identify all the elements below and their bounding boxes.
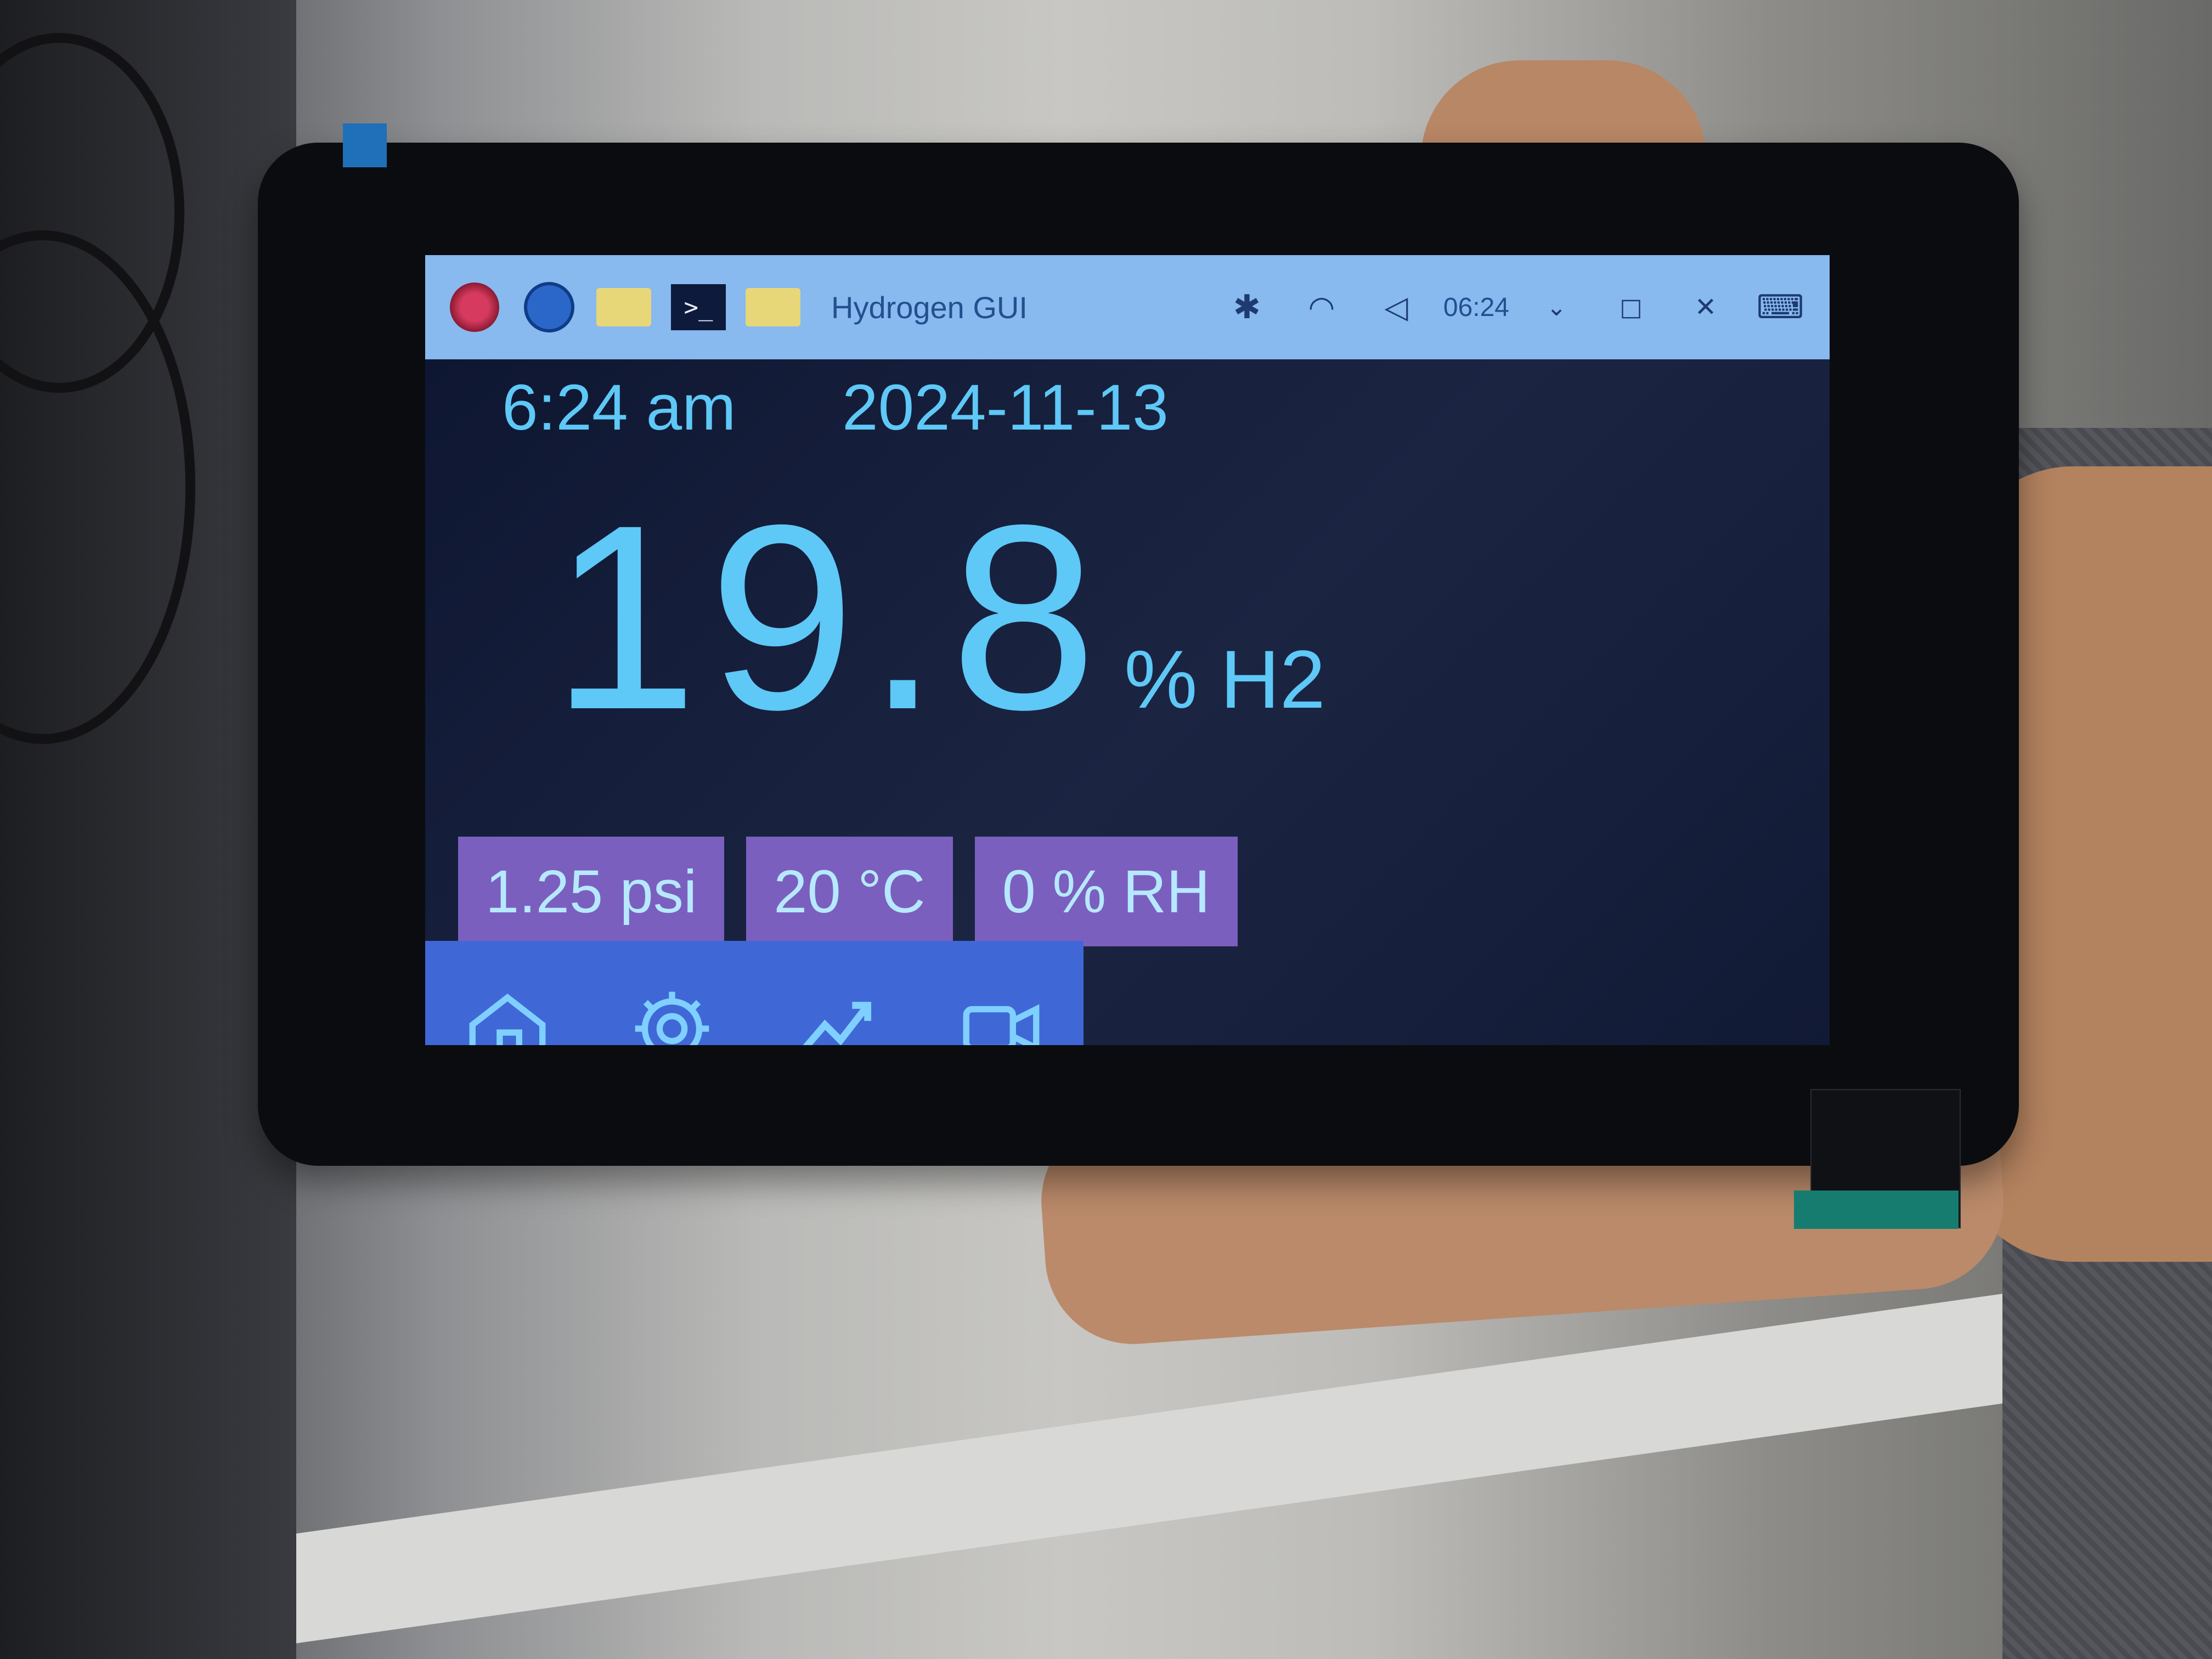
hydrogen-reading: 19.8 % H2: [551, 470, 1326, 764]
taskbar-clock: 06:24: [1443, 292, 1509, 322]
web-browser-icon[interactable]: [522, 280, 577, 335]
pressure-badge: 1.25 psi: [458, 837, 725, 946]
metrics-row: 1.25 psi 20 °C 0 % RH: [458, 837, 1238, 946]
bluetooth-icon[interactable]: ✱: [1220, 280, 1274, 335]
window-title[interactable]: Hydrogen GUI: [831, 290, 1028, 325]
display-screen: >_ Hydrogen GUI ✱ ◠ ◁ 06:24 ⌄ □ ✕ ⌨ 6:24…: [425, 255, 1830, 1045]
close-icon[interactable]: ✕: [1678, 280, 1733, 335]
current-date: 2024-11-13: [842, 371, 1169, 444]
folder-icon[interactable]: [746, 280, 800, 335]
raspberry-pi-menu-icon[interactable]: [447, 280, 502, 335]
nav-bar: [425, 941, 1084, 1045]
home-icon: [469, 994, 546, 1045]
temperature-badge: 20 °C: [746, 837, 953, 946]
keyboard-icon[interactable]: ⌨: [1753, 280, 1808, 335]
file-manager-icon[interactable]: [596, 280, 651, 335]
tape: [1794, 1190, 1959, 1229]
maximize-icon[interactable]: □: [1604, 280, 1658, 335]
chart-button[interactable]: [776, 968, 897, 1045]
chart-icon: [799, 1002, 872, 1045]
home-button[interactable]: [447, 968, 568, 1045]
terminal-icon[interactable]: >_: [671, 280, 726, 335]
settings-button[interactable]: [612, 968, 732, 1045]
volume-icon[interactable]: ◁: [1369, 280, 1424, 335]
settings-icon: [635, 991, 709, 1045]
tape: [343, 123, 387, 167]
camera-button[interactable]: [941, 968, 1062, 1045]
camera-icon: [963, 1004, 1040, 1045]
wifi-icon[interactable]: ◠: [1294, 280, 1349, 335]
hydrogen-gui: >_ Hydrogen GUI ✱ ◠ ◁ 06:24 ⌄ □ ✕ ⌨ 6:24…: [425, 255, 1830, 1045]
hydrogen-value: 19.8: [551, 470, 1108, 764]
taskbar: >_ Hydrogen GUI ✱ ◠ ◁ 06:24 ⌄ □ ✕ ⌨: [425, 255, 1830, 359]
hydrogen-unit: % H2: [1124, 633, 1326, 725]
current-time: 6:24 am: [502, 371, 736, 444]
humidity-badge: 0 % RH: [974, 837, 1238, 946]
minimize-icon[interactable]: ⌄: [1529, 280, 1584, 335]
